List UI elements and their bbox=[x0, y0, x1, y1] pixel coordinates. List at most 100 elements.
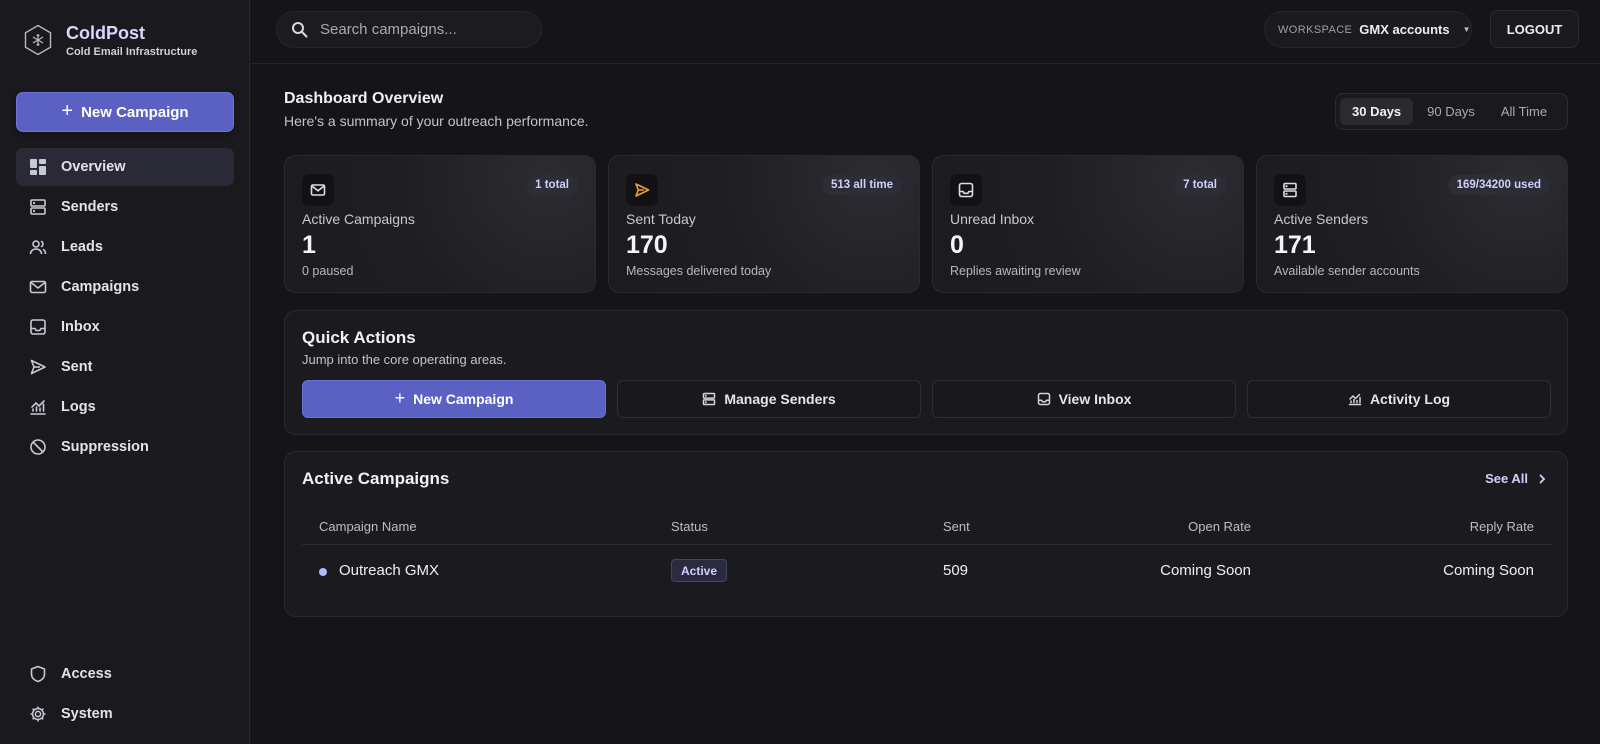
new-campaign-label: New Campaign bbox=[81, 103, 189, 121]
inbox-icon bbox=[958, 182, 974, 198]
sidebar-item-label: Logs bbox=[61, 399, 96, 415]
inbox-icon bbox=[1037, 392, 1051, 406]
column-header-status: Status bbox=[671, 519, 708, 534]
page-title: Dashboard Overview bbox=[284, 90, 444, 107]
button-label: Activity Log bbox=[1369, 391, 1451, 407]
column-header-reply-rate: Reply Rate bbox=[1469, 519, 1534, 534]
sidebar-item-system[interactable]: System bbox=[16, 695, 234, 733]
ban-icon bbox=[29, 438, 47, 456]
stat-icon-box bbox=[626, 174, 658, 206]
range-all-time[interactable]: All Time bbox=[1489, 98, 1559, 125]
stat-value: 0 bbox=[950, 231, 964, 259]
sidebar-item-senders[interactable]: Senders bbox=[16, 188, 234, 226]
dashboard-icon bbox=[29, 158, 47, 176]
open-rate: Coming Soon bbox=[1160, 562, 1251, 579]
date-range-toggle: 30 Days 90 Days All Time bbox=[1335, 93, 1568, 130]
top-header: WORKSPACE GMX accounts ▼ LOGOUT bbox=[250, 0, 1600, 64]
stat-subtext: Messages delivered today bbox=[626, 264, 772, 278]
button-label: New Campaign bbox=[413, 391, 514, 407]
button-label: Manage Senders bbox=[724, 391, 836, 407]
logout-button[interactable]: LOGOUT bbox=[1490, 10, 1579, 48]
active-campaigns-title: Active Campaigns bbox=[302, 469, 450, 488]
sidebar: ColdPost Cold Email Infrastructure + New… bbox=[0, 0, 250, 744]
campaign-name[interactable]: Outreach GMX bbox=[339, 562, 439, 579]
hexagon-snowflake-icon bbox=[24, 24, 52, 56]
activity-log-button[interactable]: Activity Log bbox=[1247, 380, 1551, 418]
quick-actions-subtitle: Jump into the core operating areas. bbox=[302, 352, 507, 367]
new-campaign-button[interactable]: + New Campaign bbox=[16, 92, 234, 132]
sidebar-item-leads[interactable]: Leads bbox=[16, 228, 234, 266]
plus-icon: + bbox=[61, 100, 74, 122]
sidebar-item-label: Access bbox=[61, 666, 112, 682]
brand-subtitle: Cold Email Infrastructure bbox=[66, 46, 198, 58]
stat-icon-box bbox=[302, 174, 334, 206]
sidebar-item-suppression[interactable]: Suppression bbox=[16, 428, 234, 466]
workspace-label: WORKSPACE bbox=[1278, 23, 1353, 36]
campaigns-table: Campaign Name Status Sent Open Rate Repl… bbox=[302, 507, 1551, 597]
sidebar-item-campaigns[interactable]: Campaigns bbox=[16, 268, 234, 306]
column-header-sent: Sent bbox=[943, 519, 970, 534]
server-icon bbox=[1282, 182, 1298, 198]
sidebar-item-sent[interactable]: Sent bbox=[16, 348, 234, 386]
quick-actions-row: + New Campaign Manage Senders View Inbox… bbox=[302, 380, 1551, 418]
stat-label: Active Senders bbox=[1274, 211, 1369, 227]
sidebar-item-label: Suppression bbox=[61, 439, 149, 455]
sidebar-item-overview[interactable]: Overview bbox=[16, 148, 234, 186]
search-box[interactable] bbox=[276, 11, 542, 48]
sidebar-item-label: Leads bbox=[61, 239, 103, 255]
caret-down-icon: ▼ bbox=[1462, 25, 1471, 34]
range-30-days[interactable]: 30 Days bbox=[1340, 98, 1414, 125]
stat-icon-box bbox=[1274, 174, 1306, 206]
sidebar-item-label: Overview bbox=[61, 159, 126, 175]
stat-value: 170 bbox=[626, 231, 668, 259]
see-all-link[interactable]: See All bbox=[1485, 471, 1547, 486]
brand-title: ColdPost bbox=[66, 23, 145, 43]
sidebar-bottom-nav: Access System bbox=[16, 655, 234, 735]
page-subtitle: Here's a summary of your outreach perfor… bbox=[284, 113, 589, 129]
sidebar-item-label: Campaigns bbox=[61, 279, 140, 295]
sidebar-item-access[interactable]: Access bbox=[16, 655, 234, 693]
sent-count: 509 bbox=[943, 562, 969, 579]
stat-badge: 513 all time bbox=[821, 175, 902, 195]
plus-icon: + bbox=[394, 388, 406, 408]
range-90-days[interactable]: 90 Days bbox=[1415, 98, 1487, 125]
quick-actions-title: Quick Actions bbox=[302, 328, 416, 347]
search-input[interactable] bbox=[320, 21, 520, 38]
stat-label: Sent Today bbox=[626, 211, 696, 227]
table-row[interactable]: Outreach GMX Active 509 Coming Soon Comi… bbox=[302, 545, 1551, 597]
manage-senders-button[interactable]: Manage Senders bbox=[617, 380, 921, 418]
stat-card-sent-today[interactable]: 513 all time Sent Today 170 Messages del… bbox=[608, 155, 920, 293]
stat-label: Unread Inbox bbox=[950, 211, 1035, 227]
search-icon bbox=[291, 21, 308, 38]
stat-value: 171 bbox=[1274, 231, 1316, 259]
sidebar-item-label: Senders bbox=[61, 199, 119, 215]
sidebar-item-label: Inbox bbox=[61, 319, 100, 335]
stat-badge: 1 total bbox=[526, 175, 578, 195]
stat-card-active-senders[interactable]: 169/34200 used Active Senders 171 Availa… bbox=[1256, 155, 1568, 293]
mail-icon bbox=[310, 182, 326, 198]
view-inbox-button[interactable]: View Inbox bbox=[932, 380, 1236, 418]
button-label: View Inbox bbox=[1058, 391, 1132, 407]
mail-icon bbox=[29, 278, 47, 296]
sidebar-item-inbox[interactable]: Inbox bbox=[16, 308, 234, 346]
stat-label: Active Campaigns bbox=[302, 211, 415, 227]
brand[interactable]: ColdPost Cold Email Infrastructure bbox=[24, 22, 197, 58]
status-dot bbox=[319, 568, 327, 576]
sidebar-item-label: System bbox=[61, 706, 113, 722]
inbox-icon bbox=[29, 318, 47, 336]
server-icon bbox=[29, 198, 47, 216]
sidebar-item-logs[interactable]: Logs bbox=[16, 388, 234, 426]
shield-icon bbox=[29, 665, 47, 683]
chart-icon bbox=[29, 398, 47, 416]
stats-row: 1 total Active Campaigns 1 0 paused 513 … bbox=[284, 155, 1568, 293]
stat-card-active-campaigns[interactable]: 1 total Active Campaigns 1 0 paused bbox=[284, 155, 596, 293]
quick-actions-panel: Quick Actions Jump into the core operati… bbox=[284, 310, 1568, 435]
chevron-right-icon bbox=[1537, 474, 1547, 484]
chart-icon bbox=[1348, 392, 1362, 406]
workspace-selector[interactable]: WORKSPACE GMX accounts ▼ bbox=[1264, 11, 1472, 48]
stat-card-unread-inbox[interactable]: 7 total Unread Inbox 0 Replies awaiting … bbox=[932, 155, 1244, 293]
sidebar-item-label: Sent bbox=[61, 359, 93, 375]
active-campaigns-panel: Active Campaigns See All Campaign Name S… bbox=[284, 451, 1568, 617]
stat-badge: 7 total bbox=[1174, 175, 1226, 195]
quick-new-campaign-button[interactable]: + New Campaign bbox=[302, 380, 606, 418]
